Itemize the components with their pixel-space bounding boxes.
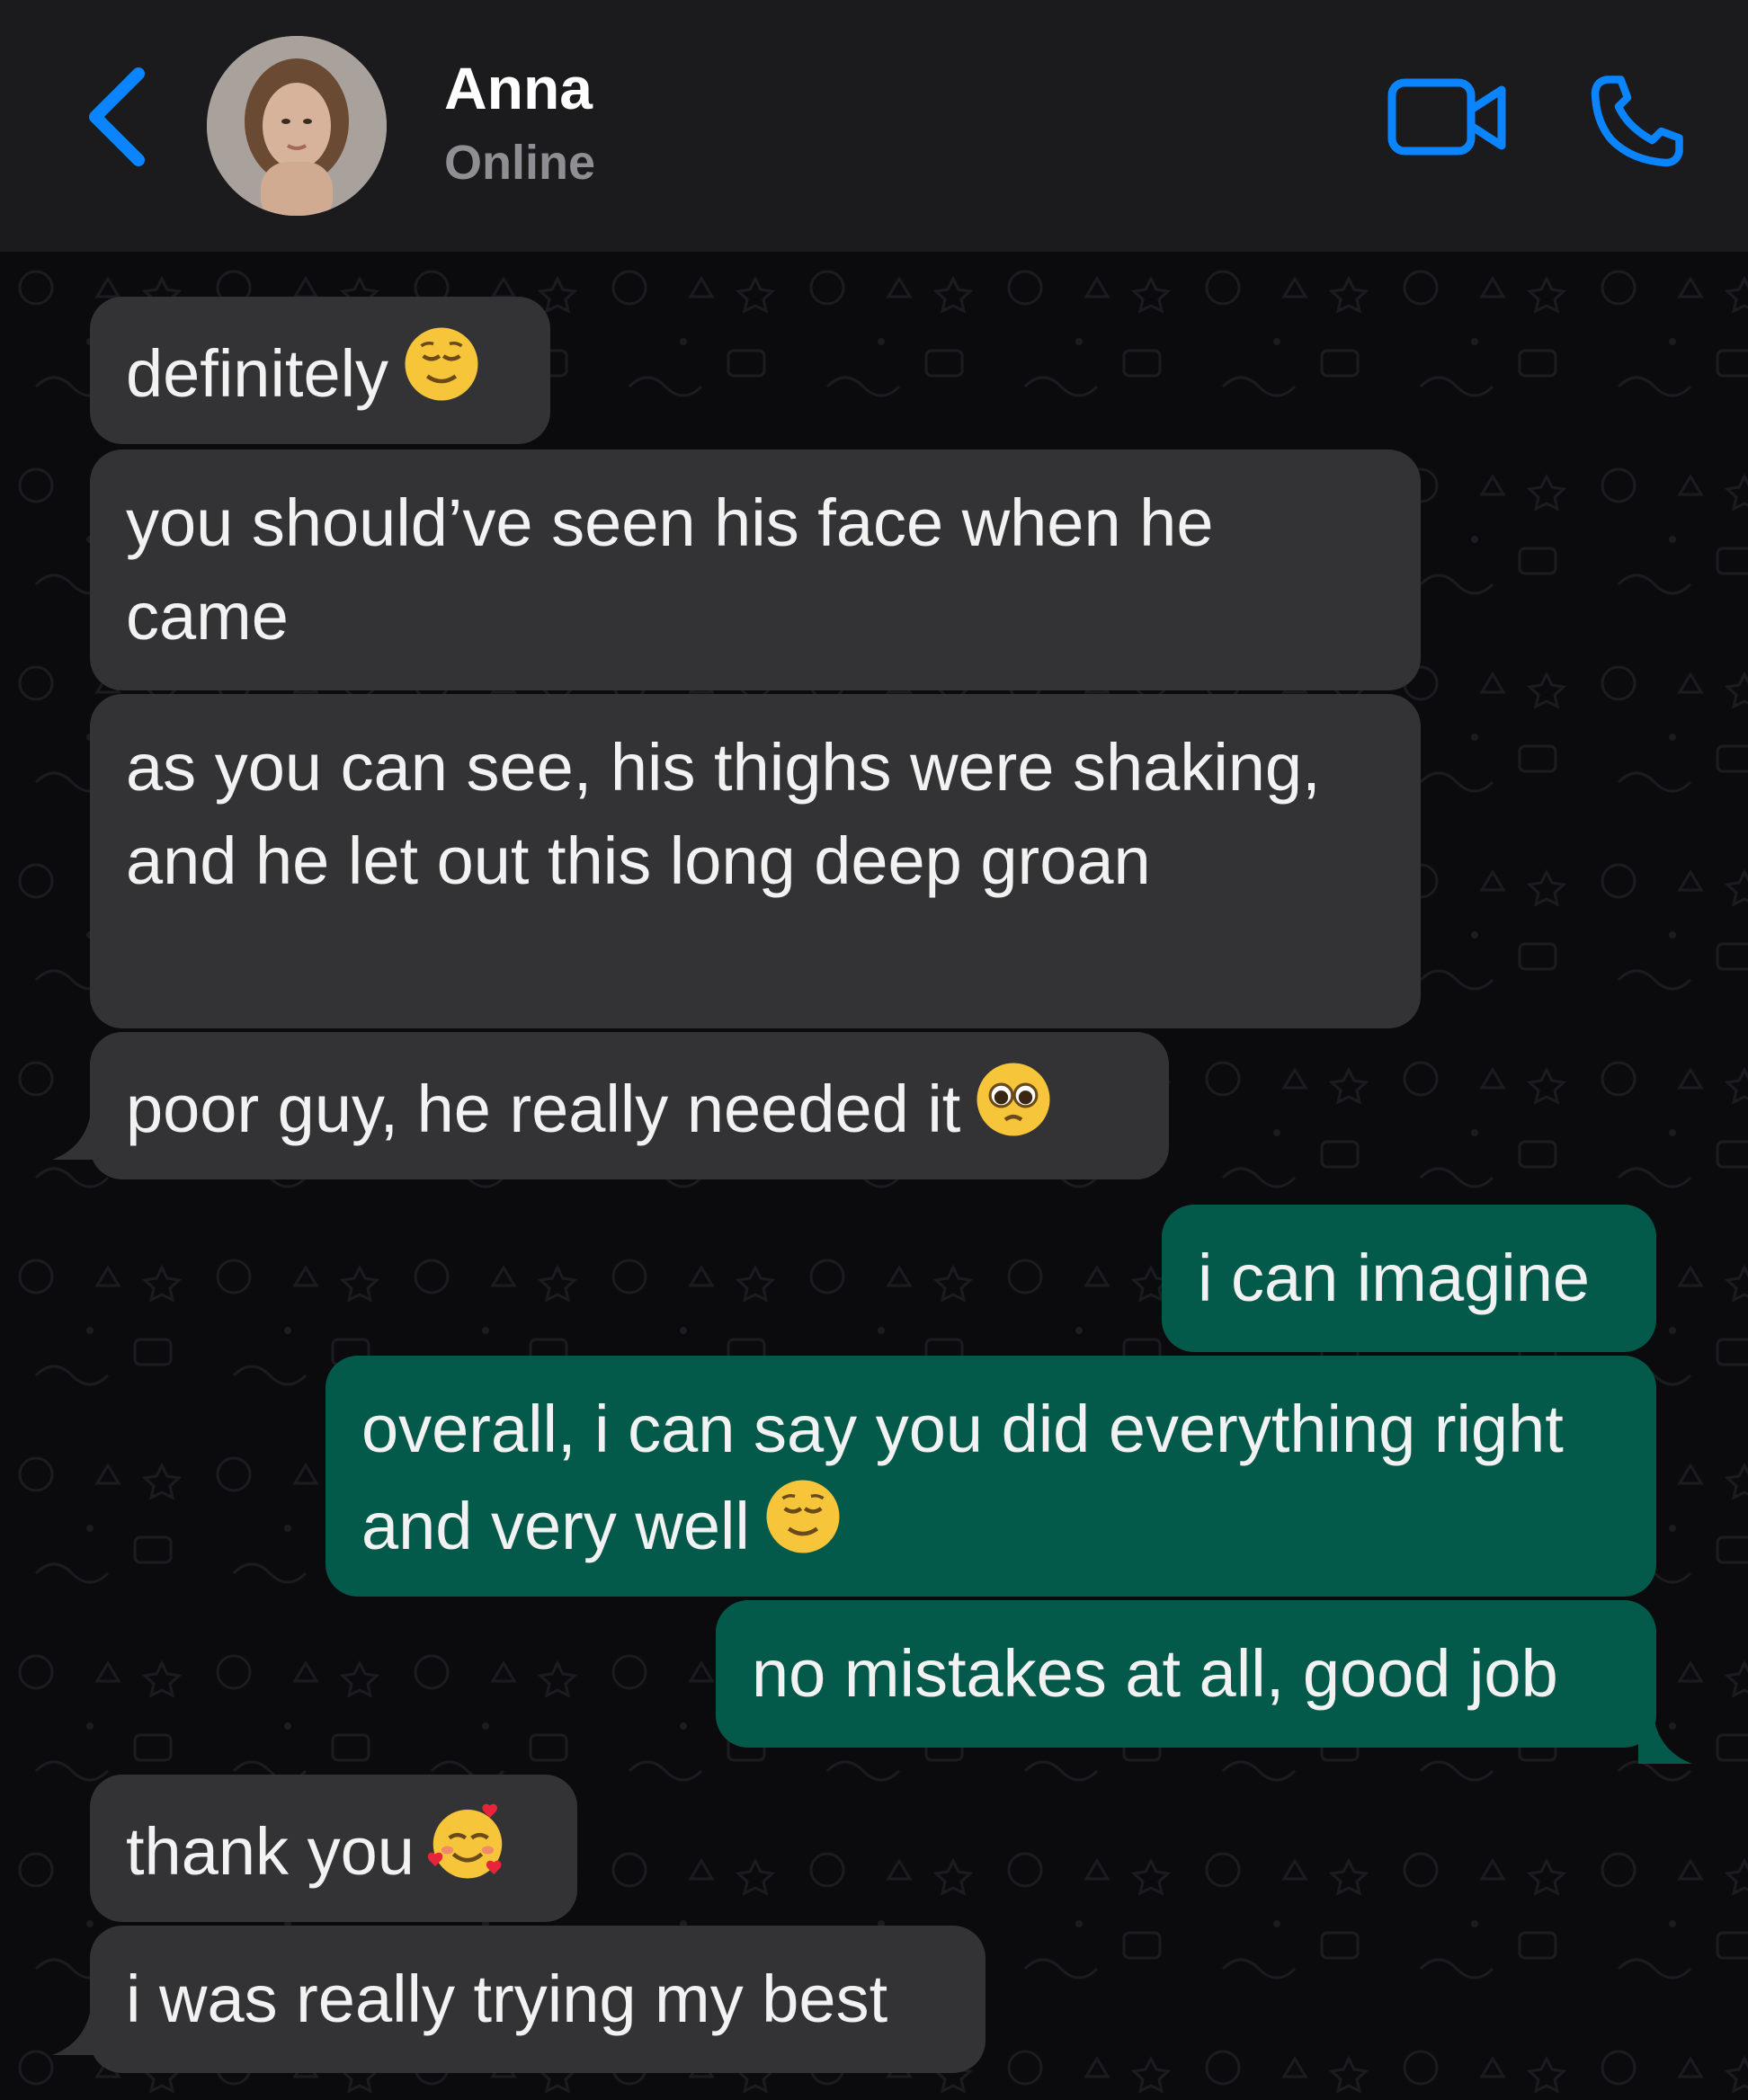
message-text: poor guy, he really needed it — [126, 1072, 961, 1147]
message-bubble-incoming[interactable]: you should’ve seen his face when he came — [90, 449, 1421, 690]
message-text: thank you — [126, 1814, 415, 1890]
message-text: overall, i can say you did everything ri… — [361, 1392, 1564, 1564]
message-bubble-incoming[interactable]: thank you — [90, 1775, 577, 1922]
avatar[interactable] — [207, 36, 387, 216]
message-text: definitely — [126, 336, 389, 412]
voice-call-button[interactable] — [1583, 68, 1690, 176]
video-call-button[interactable] — [1387, 74, 1512, 164]
relieved-face-emoji — [763, 1476, 843, 1581]
message-bubble-outgoing[interactable]: no mistakes at all, good job — [716, 1600, 1656, 1748]
message-bubble-outgoing[interactable]: overall, i can say you did everything ri… — [326, 1356, 1656, 1597]
phone-icon — [1591, 76, 1683, 167]
message-text: you should’ve seen his face when he came — [126, 485, 1214, 654]
message-bubble-incoming[interactable]: definitely — [90, 297, 550, 444]
smiling-face-with-hearts-emoji — [427, 1802, 508, 1907]
message-bubble-incoming[interactable]: as you can see, his thighs were shaking,… — [90, 694, 1421, 1028]
contact-name[interactable]: Anna — [444, 54, 593, 122]
chat-header: Anna Online — [0, 0, 1748, 252]
message-text: i can imagine — [1198, 1241, 1591, 1315]
message-bubble-outgoing[interactable]: i can imagine — [1162, 1205, 1656, 1352]
video-camera-icon — [1387, 78, 1506, 156]
contact-status: Online — [444, 136, 596, 190]
message-bubble-incoming[interactable]: poor guy, he really needed it — [90, 1032, 1169, 1179]
chevron-left-icon — [89, 67, 145, 166]
pleading-face-emoji — [973, 1059, 1054, 1164]
relieved-face-emoji — [401, 324, 482, 429]
chat-area[interactable]: definitely you should’ve seen his face w… — [0, 252, 1748, 2100]
message-bubble-incoming[interactable]: i was really trying my best — [90, 1926, 985, 2073]
back-button[interactable] — [83, 63, 155, 171]
message-text: as you can see, his thighs were shaking,… — [126, 730, 1321, 898]
message-text: i was really trying my best — [126, 1962, 888, 2036]
avatar-image — [207, 36, 387, 216]
message-text: no mistakes at all, good job — [752, 1636, 1558, 1711]
